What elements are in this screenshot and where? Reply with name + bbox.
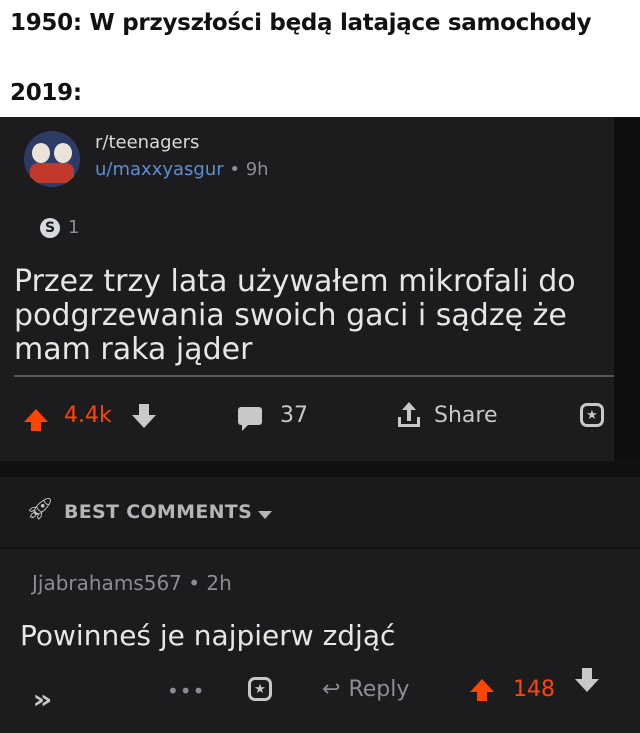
share-button[interactable]: Share (398, 401, 498, 428)
reply-label: Reply (348, 677, 410, 702)
comment-author[interactable]: Jjabrahams567 (32, 571, 182, 595)
award-count: 1 (68, 217, 80, 238)
post-action-bar: 4.4k 37 Share ★ (0, 377, 614, 461)
subreddit-link[interactable]: r/teenagers (95, 132, 199, 153)
share-label: Share (434, 403, 498, 428)
comment-upvote-icon[interactable] (470, 679, 494, 701)
comment-time: • 2h (188, 571, 232, 595)
award-badge[interactable]: S 1 (40, 217, 79, 238)
rocket-icon: 🚀︎ (26, 497, 54, 522)
comment-action-bar: ••• ★ ↩ Reply 148 (0, 667, 640, 717)
comment-star-icon[interactable]: ★ (248, 677, 272, 701)
comment-downvote-icon[interactable] (575, 668, 599, 692)
comment-meta: Jjabrahams567 • 2h (32, 571, 232, 595)
reply-button[interactable]: ↩ Reply (322, 677, 409, 702)
comment-bubble-icon (238, 406, 262, 431)
caption-line1-text: 1950: W przyszłości będą latające samoch… (10, 10, 592, 36)
more-options-icon[interactable]: ••• (167, 679, 205, 703)
comment-score: 148 (513, 677, 555, 702)
comment-count: 37 (280, 403, 308, 428)
comment-card: Jjabrahams567 • 2h Powinneś je najpierw … (0, 549, 640, 733)
post-time: • 9h (229, 159, 269, 180)
comment-sort-bar[interactable]: 🚀︎ BEST COMMENTS (0, 477, 640, 547)
meme-caption-line1: 1950: W przyszłości będą latające samoch… (10, 10, 592, 36)
post-card: r/teenagers u/maxxyasgur • 9h S 1 Przez … (0, 117, 614, 461)
post-title: Przez trzy lata używałem mikrofali do po… (14, 264, 576, 367)
chevron-down-icon (258, 511, 272, 519)
sort-label: BEST COMMENTS (64, 501, 253, 523)
meme-caption-line2: 2019: (10, 80, 82, 106)
reply-arrow-icon: ↩ (322, 677, 341, 702)
vote-count: 4.4k (64, 403, 112, 428)
star-icon: ★ (580, 403, 604, 427)
collapse-chevron-icon[interactable]: » (32, 685, 52, 715)
downvote-arrow-icon[interactable] (131, 404, 156, 428)
username-link[interactable]: u/maxxyasgur (95, 159, 224, 180)
subreddit-avatar[interactable] (24, 131, 80, 187)
save-button[interactable]: ★ (580, 403, 604, 427)
post-meta: u/maxxyasgur • 9h (95, 159, 269, 180)
vote-group: 4.4k (24, 403, 156, 431)
comment-body: Powinneś je najpierw zdjąć (20, 619, 396, 652)
section-separator (0, 461, 640, 477)
silver-award-icon: S (40, 217, 60, 238)
share-icon (398, 401, 420, 427)
reddit-screenshot: r/teenagers u/maxxyasgur • 9h S 1 Przez … (0, 117, 640, 733)
upvote-arrow-icon[interactable] (24, 409, 48, 431)
comments-button[interactable]: 37 (238, 403, 308, 431)
